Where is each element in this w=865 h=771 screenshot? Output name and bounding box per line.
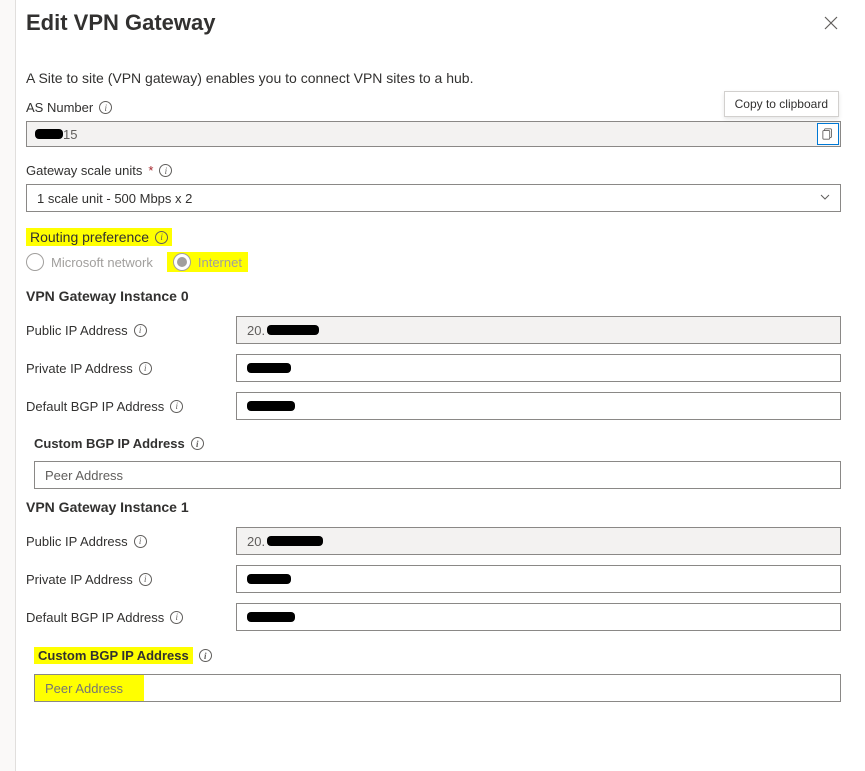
default-bgp-1-label: Default BGP IP Address: [26, 610, 164, 625]
copy-icon: [822, 128, 834, 140]
default-bgp-0-label: Default BGP IP Address: [26, 399, 164, 414]
public-ip-1-value[interactable]: 20.: [236, 527, 841, 555]
public-ip-0-label: Public IP Address: [26, 323, 128, 338]
info-icon[interactable]: i: [99, 101, 112, 114]
gateway-scale-select[interactable]: 1 scale unit - 500 Mbps x 2: [26, 184, 841, 212]
close-button[interactable]: [821, 13, 841, 33]
private-ip-1-label: Private IP Address: [26, 572, 133, 587]
radio-microsoft-network[interactable]: Microsoft network: [26, 253, 153, 271]
custom-bgp-0-input[interactable]: [34, 461, 841, 489]
default-bgp-0-value[interactable]: [236, 392, 841, 420]
routing-preference-label: Routing preference: [30, 229, 149, 245]
radio-label-internet: Internet: [198, 255, 242, 270]
required-marker: *: [148, 163, 153, 178]
public-ip-1-label: Public IP Address: [26, 534, 128, 549]
as-number-input[interactable]: 15: [26, 121, 841, 147]
instance-1-heading: VPN Gateway Instance 1: [26, 499, 841, 515]
panel-description: A Site to site (VPN gateway) enables you…: [26, 70, 841, 86]
info-icon[interactable]: i: [134, 535, 147, 548]
copy-button[interactable]: [817, 123, 839, 145]
info-icon[interactable]: i: [170, 611, 183, 624]
private-ip-0-label: Private IP Address: [26, 361, 133, 376]
public-ip-0-value[interactable]: 20.: [236, 316, 841, 344]
copy-tooltip: Copy to clipboard: [724, 91, 839, 117]
info-icon[interactable]: i: [139, 573, 152, 586]
panel-title: Edit VPN Gateway: [26, 10, 216, 36]
info-icon[interactable]: i: [134, 324, 147, 337]
private-ip-1-value[interactable]: [236, 565, 841, 593]
gateway-scale-value: 1 scale unit - 500 Mbps x 2: [37, 191, 192, 206]
info-icon[interactable]: i: [191, 437, 204, 450]
custom-bgp-1-input[interactable]: [34, 674, 841, 702]
default-bgp-1-value[interactable]: [236, 603, 841, 631]
info-icon[interactable]: i: [155, 231, 168, 244]
as-number-label: AS Number: [26, 100, 93, 115]
custom-bgp-1-heading: Custom BGP IP Address: [38, 648, 189, 663]
custom-bgp-0-heading: Custom BGP IP Address: [34, 436, 185, 451]
info-icon[interactable]: i: [139, 362, 152, 375]
radio-internet[interactable]: Internet: [173, 253, 242, 271]
info-icon[interactable]: i: [199, 649, 212, 662]
radio-label-ms: Microsoft network: [51, 255, 153, 270]
radio-icon: [173, 253, 191, 271]
instance-0-heading: VPN Gateway Instance 0: [26, 288, 841, 304]
private-ip-0-value[interactable]: [236, 354, 841, 382]
radio-icon: [26, 253, 44, 271]
close-icon: [824, 16, 838, 30]
info-icon[interactable]: i: [159, 164, 172, 177]
gateway-scale-label: Gateway scale units: [26, 163, 142, 178]
info-icon[interactable]: i: [170, 400, 183, 413]
